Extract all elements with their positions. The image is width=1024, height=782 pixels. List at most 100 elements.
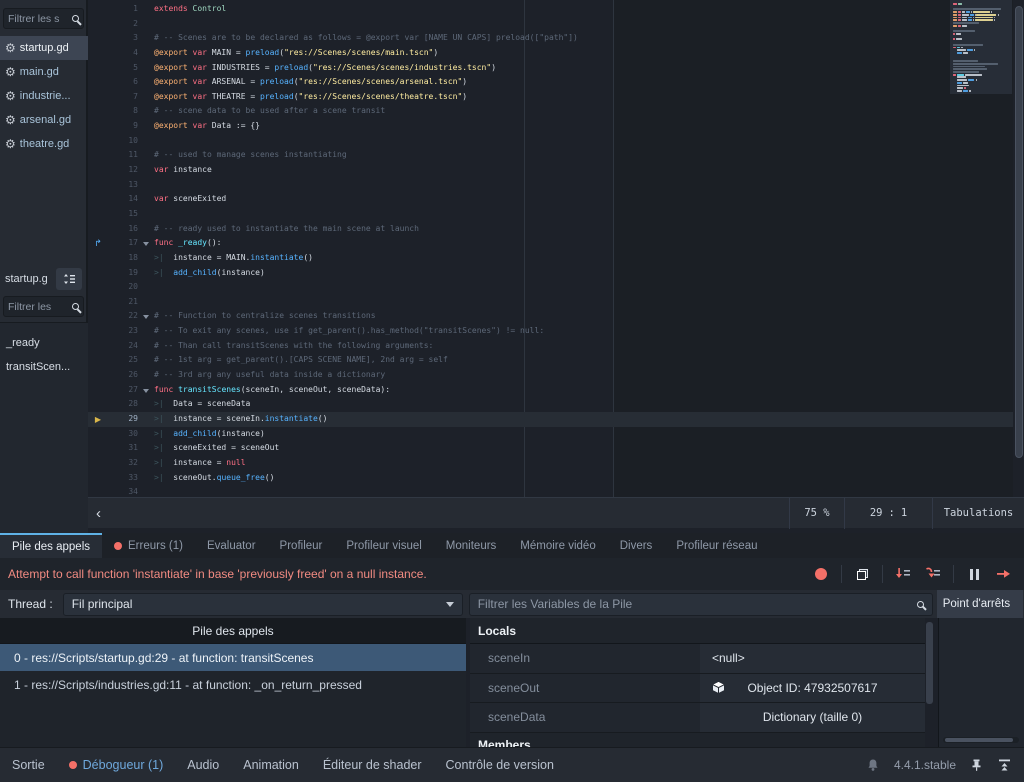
code-line-33[interactable]: 33>| sceneOut.queue_free() bbox=[88, 471, 1013, 486]
debugger-tab-profileur[interactable]: Profileur bbox=[268, 533, 335, 558]
sort-methods-button[interactable] bbox=[56, 268, 82, 290]
gutter-breakpoint-area[interactable] bbox=[88, 368, 108, 383]
code-line-2[interactable]: 2 bbox=[88, 17, 1013, 32]
expand-bottom-panel-icon[interactable] bbox=[997, 758, 1012, 772]
gutter-breakpoint-area[interactable] bbox=[88, 339, 108, 354]
script-item-theatregd[interactable]: ⚙theatre.gd bbox=[0, 132, 88, 156]
gutter-breakpoint-area[interactable] bbox=[88, 251, 108, 266]
fold-arrow-icon[interactable] bbox=[143, 315, 149, 319]
code-line-19[interactable]: 19>| add_child(instance) bbox=[88, 266, 1013, 281]
debugger-tab-moniteurs[interactable]: Moniteurs bbox=[434, 533, 509, 558]
variables-scrollbar[interactable] bbox=[925, 618, 934, 747]
gutter-breakpoint-area[interactable] bbox=[88, 178, 108, 193]
pin-icon[interactable] bbox=[970, 758, 983, 772]
code-line-21[interactable]: 21 bbox=[88, 295, 1013, 310]
gutter-breakpoint-area[interactable] bbox=[88, 280, 108, 295]
methods-filter-input[interactable]: Filtrer les bbox=[3, 296, 84, 317]
code-line-8[interactable]: 8# -- scene data to be used after a scen… bbox=[88, 104, 1013, 119]
code-line-9[interactable]: 9@export var Data := {} bbox=[88, 119, 1013, 134]
debugger-tab-m-moire-vid-o[interactable]: Mémoire vidéo bbox=[508, 533, 607, 558]
code-line-27[interactable]: 27func transitScenes(sceneIn, sceneOut, … bbox=[88, 383, 1013, 398]
code-line-26[interactable]: 26# -- 3rd arg any useful data inside a … bbox=[88, 368, 1013, 383]
gutter-breakpoint-area[interactable] bbox=[88, 456, 108, 471]
gutter-breakpoint-area[interactable] bbox=[88, 441, 108, 456]
scripts-filter-input[interactable]: Filtrer les s bbox=[3, 8, 84, 29]
gutter-breakpoint-area[interactable] bbox=[88, 324, 108, 339]
minimap[interactable] bbox=[950, 0, 1012, 497]
bottom-bar-item-sortie[interactable]: Sortie bbox=[0, 748, 57, 782]
code-line-12[interactable]: 12var instance bbox=[88, 163, 1013, 178]
skip-breakpoints-button[interactable] bbox=[811, 564, 831, 584]
code-line-29[interactable]: ▶29>| instance = sceneIn.instantiate() bbox=[88, 412, 1013, 427]
stack-frame-0[interactable]: 0 - res://Scripts/startup.gd:29 - at fun… bbox=[0, 644, 466, 671]
gutter-breakpoint-area[interactable] bbox=[88, 104, 108, 119]
fold-gutter[interactable] bbox=[140, 383, 154, 398]
code-line-5[interactable]: 5@export var INDUSTRIES = preload("res:/… bbox=[88, 61, 1013, 76]
step-into-button[interactable] bbox=[893, 564, 913, 584]
code-line-1[interactable]: 1extends Control bbox=[88, 2, 1013, 17]
code-line-28[interactable]: 28>| Data = sceneData bbox=[88, 397, 1013, 412]
gutter-breakpoint-area[interactable] bbox=[88, 207, 108, 222]
bottom-bar-item-audio[interactable]: Audio bbox=[175, 748, 231, 782]
gutter-breakpoint-area[interactable] bbox=[88, 61, 108, 76]
code-line-20[interactable]: 20 bbox=[88, 280, 1013, 295]
gutter-breakpoint-area[interactable] bbox=[88, 192, 108, 207]
bottom-bar-item--diteur-de-shader[interactable]: Éditeur de shader bbox=[311, 748, 434, 782]
gutter-breakpoint-area[interactable] bbox=[88, 134, 108, 149]
gutter-breakpoint-area[interactable] bbox=[88, 397, 108, 412]
script-item-arsenalgd[interactable]: ⚙arsenal.gd bbox=[0, 108, 88, 132]
debugger-tab-divers[interactable]: Divers bbox=[608, 533, 665, 558]
code-editor[interactable]: 1extends Control23# -- Scenes are to be … bbox=[88, 0, 1024, 497]
code-line-23[interactable]: 23# -- To exit any scenes, use if get_pa… bbox=[88, 324, 1013, 339]
variable-value[interactable]: Object ID: 47932507617 bbox=[700, 674, 925, 703]
gutter-breakpoint-area[interactable]: ▶ bbox=[88, 412, 108, 427]
debugger-tab-erreurs-1-[interactable]: Erreurs (1) bbox=[102, 533, 195, 558]
code-line-32[interactable]: 32>| instance = null bbox=[88, 456, 1013, 471]
gutter-breakpoint-area[interactable] bbox=[88, 2, 108, 17]
code-line-18[interactable]: 18>| instance = MAIN.instantiate() bbox=[88, 251, 1013, 266]
copy-error-button[interactable] bbox=[852, 564, 872, 584]
code-line-4[interactable]: 4@export var MAIN = preload("res://Scene… bbox=[88, 46, 1013, 61]
code-line-14[interactable]: 14var sceneExited bbox=[88, 192, 1013, 207]
code-line-7[interactable]: 7@export var THEATRE = preload("res://Sc… bbox=[88, 90, 1013, 105]
continue-button[interactable] bbox=[994, 564, 1014, 584]
variable-value[interactable]: <null> bbox=[700, 644, 925, 673]
debugger-tab-profileur-r-seau[interactable]: Profileur réseau bbox=[664, 533, 769, 558]
gutter-breakpoint-area[interactable] bbox=[88, 31, 108, 46]
zoom-indicator[interactable]: 75 % bbox=[789, 498, 844, 529]
stack-frame-1[interactable]: 1 - res://Scripts/industries.gd:11 - at … bbox=[0, 671, 466, 698]
breakpoints-hscrollbar[interactable] bbox=[943, 737, 1019, 743]
fold-arrow-icon[interactable] bbox=[143, 242, 149, 246]
bottom-bar-item-d-bogueur-1-[interactable]: Débogueur (1) bbox=[57, 748, 176, 782]
gutter-breakpoint-area[interactable] bbox=[88, 485, 108, 497]
gutter-breakpoint-area[interactable] bbox=[88, 295, 108, 310]
gutter-breakpoint-area[interactable] bbox=[88, 163, 108, 178]
code-line-16[interactable]: 16# -- ready used to instantiate the mai… bbox=[88, 222, 1013, 237]
debugger-tab-pile-des-appels[interactable]: Pile des appels bbox=[0, 533, 102, 558]
fold-gutter[interactable] bbox=[140, 309, 154, 324]
bottom-bar-item-animation[interactable]: Animation bbox=[231, 748, 311, 782]
indentation-mode[interactable]: Tabulations bbox=[932, 498, 1024, 529]
gutter-breakpoint-area[interactable] bbox=[88, 222, 108, 237]
code-line-25[interactable]: 25# -- 1st arg = get_parent().[CAPS SCEN… bbox=[88, 353, 1013, 368]
stack-variables-filter-input[interactable]: Filtrer les Variables de la Pile bbox=[469, 593, 933, 616]
gutter-breakpoint-area[interactable] bbox=[88, 46, 108, 61]
gutter-breakpoint-area[interactable] bbox=[88, 266, 108, 281]
step-over-button[interactable] bbox=[923, 564, 943, 584]
bell-icon[interactable] bbox=[866, 758, 880, 772]
gutter-breakpoint-area[interactable] bbox=[88, 383, 108, 398]
gutter-breakpoint-area[interactable] bbox=[88, 471, 108, 486]
scrollbar-thumb[interactable] bbox=[1015, 6, 1023, 458]
history-back-button[interactable]: ‹ bbox=[88, 505, 109, 522]
code-line-30[interactable]: 30>| add_child(instance) bbox=[88, 427, 1013, 442]
fold-gutter[interactable] bbox=[140, 236, 154, 251]
script-item-startupgd[interactable]: ⚙startup.gd bbox=[0, 36, 88, 60]
code-line-10[interactable]: 10 bbox=[88, 134, 1013, 149]
gutter-breakpoint-area[interactable] bbox=[88, 119, 108, 134]
code-line-31[interactable]: 31>| sceneExited = sceneOut bbox=[88, 441, 1013, 456]
fold-arrow-icon[interactable] bbox=[143, 389, 149, 393]
break-button[interactable] bbox=[964, 564, 984, 584]
variable-value[interactable]: Dictionary (taille 0) bbox=[700, 703, 925, 732]
gutter-breakpoint-area[interactable] bbox=[88, 309, 108, 324]
gutter-breakpoint-area[interactable] bbox=[88, 353, 108, 368]
